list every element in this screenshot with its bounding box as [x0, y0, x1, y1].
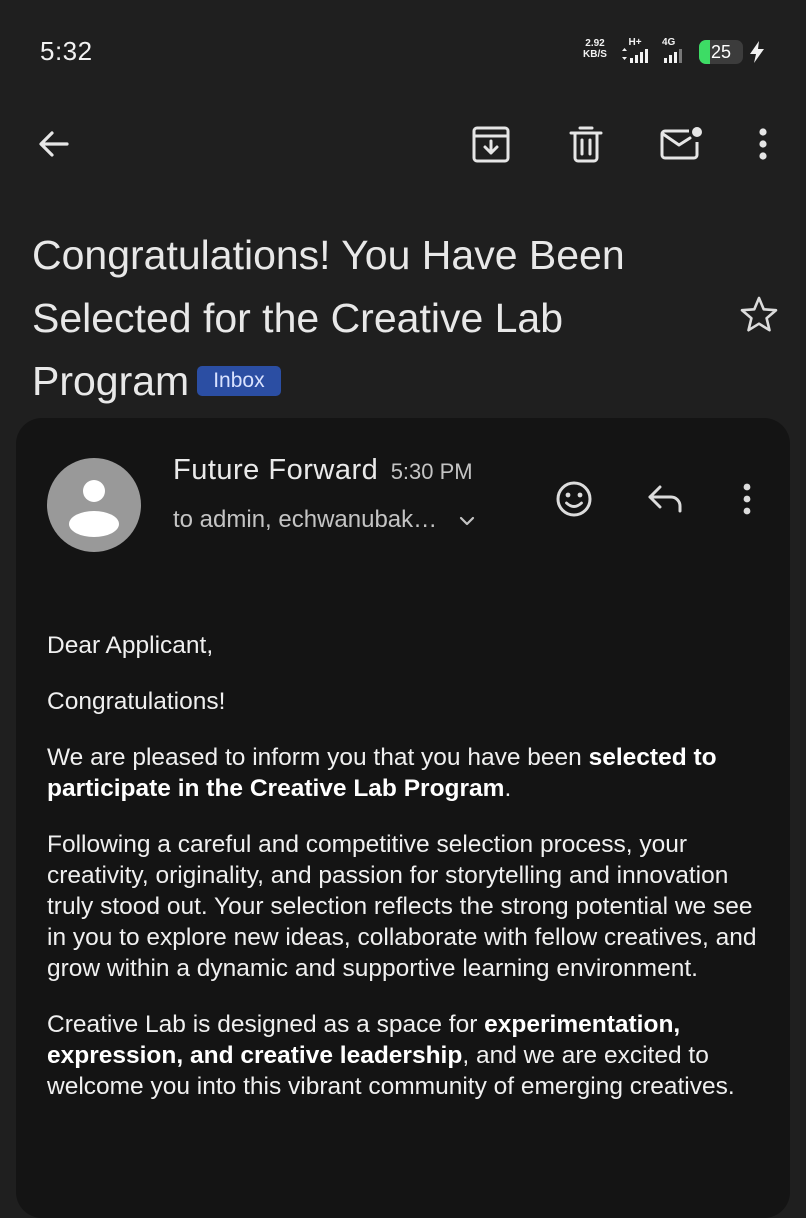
star-icon [740, 296, 778, 332]
p1-text: We are pleased to inform you that you ha… [47, 744, 589, 771]
network-speed: 2.92 KB/S [578, 38, 612, 60]
message-card: Future Forward 5:30 PM to admin, echwanu… [16, 418, 790, 1218]
more-options-button[interactable] [737, 118, 789, 170]
body-paragraph-1: We are pleased to inform you that you ha… [47, 742, 767, 804]
reply-icon [648, 485, 682, 513]
body-paragraph-2: Following a careful and competitive sele… [47, 831, 757, 982]
email-subject: Congratulations! You Have Been Selected … [32, 224, 722, 413]
network-type-2: 4G [662, 37, 676, 48]
signal-1-icon: H+ [620, 38, 650, 64]
network-speed-value: 2.92 [585, 38, 605, 49]
p1-end: . [504, 775, 512, 802]
recipients-toggle[interactable]: to admin, echwanubak… [173, 506, 475, 534]
network-type-1: H+ [628, 37, 642, 48]
network-speed-unit: KB/S [583, 49, 607, 60]
reply-button[interactable] [640, 474, 690, 524]
mail-unread-icon [660, 127, 702, 160]
p3-text: Creative Lab is designed as a space for [47, 1011, 485, 1038]
charging-icon [750, 41, 764, 63]
chevron-down-icon [460, 516, 475, 526]
person-icon [69, 480, 119, 537]
emoji-icon [556, 481, 592, 517]
battery-indicator: 25 [699, 40, 743, 64]
back-button[interactable] [28, 118, 80, 170]
arrow-left-icon [39, 131, 69, 157]
more-vertical-icon [759, 128, 767, 160]
inbox-label-badge[interactable]: Inbox [197, 366, 281, 396]
body-paragraph-3: Creative Lab is designed as a space for … [47, 1009, 767, 1102]
email-body: Dear Applicant, Congratulations! We are … [47, 630, 767, 1127]
sender-line: Future Forward 5:30 PM [173, 454, 473, 487]
sender-avatar[interactable] [47, 458, 141, 552]
subject-text: Congratulations! You Have Been Selected … [32, 232, 625, 404]
status-time: 5:32 [40, 36, 93, 66]
archive-button[interactable] [465, 118, 517, 170]
message-more-button[interactable] [722, 474, 772, 524]
battery-level: 25 [710, 42, 732, 62]
sender-name[interactable]: Future Forward [173, 454, 378, 486]
mark-unread-button[interactable] [655, 118, 707, 170]
signal-2-icon: 4G [660, 38, 690, 64]
body-greeting: Dear Applicant, [47, 632, 214, 659]
recipients-text: to admin, echwanubak… [173, 506, 438, 533]
archive-icon [472, 126, 510, 163]
star-button[interactable] [736, 292, 782, 338]
more-vertical-icon [743, 483, 751, 515]
body-congrats: Congratulations! [47, 688, 226, 715]
trash-icon [569, 126, 603, 163]
status-bar: 5:32 2.92 KB/S H+ 4G 25 [0, 0, 806, 100]
add-reaction-button[interactable] [549, 474, 599, 524]
delete-button[interactable] [560, 118, 612, 170]
sent-time: 5:30 PM [390, 459, 473, 484]
